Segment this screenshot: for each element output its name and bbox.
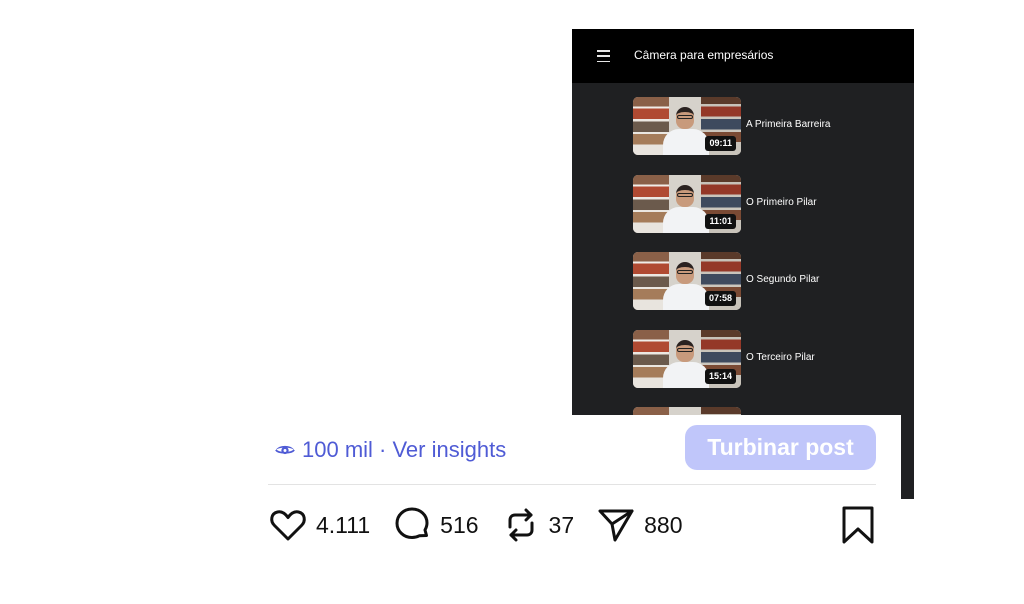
lesson-item[interactable]: 07:58 O Segundo Pilar [633, 252, 903, 310]
lesson-title[interactable]: O Primeiro Pilar [746, 196, 817, 210]
lesson-title[interactable]: O Segundo Pilar [746, 273, 819, 287]
app-title: Câmera para empresários [634, 48, 774, 62]
post-card: 100 mil · Ver insights Turbinar post 4.1… [252, 415, 901, 604]
page: Câmera para empresários 09:11 A Primeira… [0, 0, 1024, 604]
divider [268, 484, 876, 485]
lesson-item[interactable]: 09:11 A Primeira Barreira [633, 97, 903, 155]
lesson-title[interactable]: A Primeira Barreira [746, 118, 830, 132]
lesson-thumbnail[interactable]: 11:01 [633, 175, 741, 233]
hamburger-menu-icon[interactable] [597, 50, 610, 62]
lesson-item[interactable]: 15:14 O Terceiro Pilar [633, 330, 903, 388]
bookmark-icon[interactable] [840, 505, 876, 545]
lesson-thumbnail[interactable]: 07:58 [633, 252, 741, 310]
heart-icon[interactable] [268, 505, 308, 545]
share-count: 880 [644, 512, 683, 538]
repost-stat[interactable]: 37 [501, 505, 575, 545]
eye-icon [275, 445, 295, 455]
insights-label[interactable]: 100 mil · Ver insights [302, 437, 506, 463]
share-stat[interactable]: 880 [596, 505, 683, 545]
lesson-thumbnail[interactable]: 09:11 [633, 97, 741, 155]
duration-badge: 15:14 [704, 369, 736, 384]
duration-badge: 07:58 [704, 291, 736, 306]
repost-icon[interactable] [501, 505, 541, 545]
comment-count: 516 [440, 512, 479, 538]
comment-icon[interactable] [392, 505, 432, 545]
duration-badge: 11:01 [705, 214, 736, 229]
lesson-title[interactable]: O Terceiro Pilar [746, 351, 815, 365]
boost-post-button[interactable]: Turbinar post [685, 425, 876, 470]
app-header: Câmera para empresários [572, 29, 914, 83]
like-stat[interactable]: 4.111 [268, 505, 370, 545]
view-insights-link[interactable]: 100 mil · Ver insights [274, 437, 506, 463]
lesson-item[interactable]: 11:01 O Primeiro Pilar [633, 175, 903, 233]
send-icon[interactable] [596, 505, 636, 545]
repost-count: 37 [548, 512, 575, 538]
like-count: 4.111 [316, 512, 371, 538]
duration-badge: 09:11 [705, 136, 736, 151]
comment-stat[interactable]: 516 [392, 505, 479, 545]
lesson-thumbnail[interactable]: 15:14 [633, 330, 741, 388]
engagement-bar: 4.111 516 37 880 [268, 504, 705, 546]
app-edge [901, 415, 914, 499]
